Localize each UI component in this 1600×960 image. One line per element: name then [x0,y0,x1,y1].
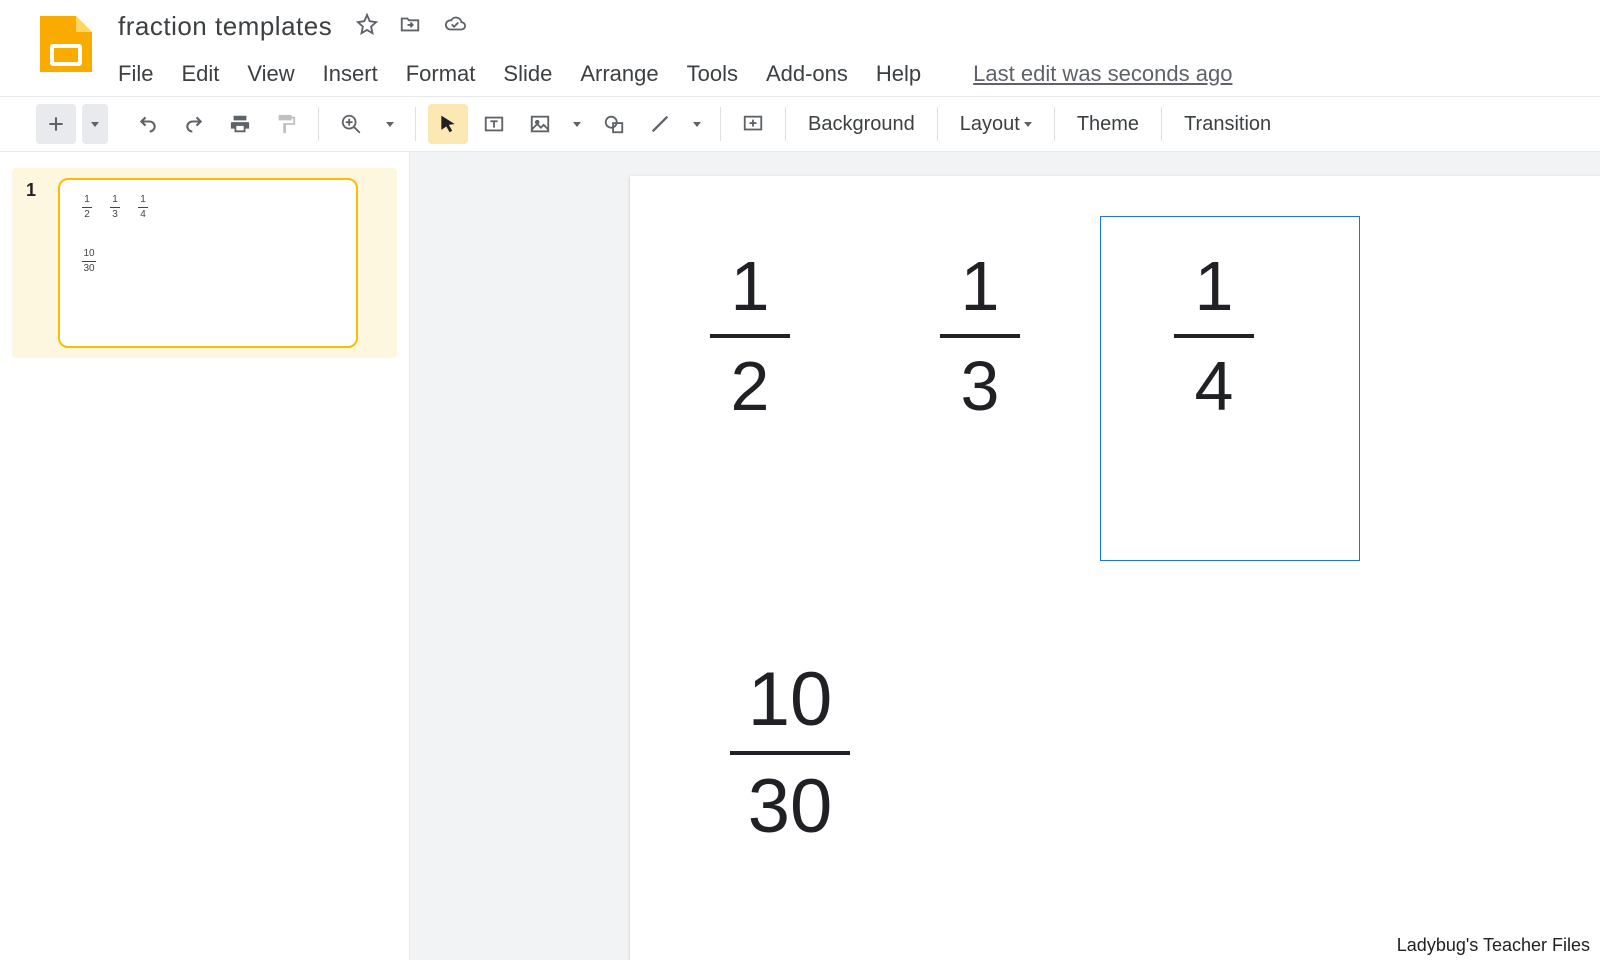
slide[interactable]: 1 2 1 3 1 4 10 30 [630,176,1600,960]
slides-app-icon[interactable] [34,12,98,76]
fraction-denominator: 30 [748,763,833,850]
toolbar-separator [1054,107,1055,141]
fraction-denominator: 2 [731,346,770,426]
fraction-line [940,334,1020,338]
print-button[interactable] [220,104,260,144]
thumb-frac-num: 1 [140,194,146,206]
thumb-frac-den: 4 [140,209,146,221]
thumb-frac-num: 1 [112,194,118,206]
slide-canvas[interactable]: 1 2 1 3 1 4 10 30 Ladybug's Teacher File… [410,152,1600,960]
new-slide-dropdown[interactable] [82,104,108,144]
menu-addons[interactable]: Add-ons [766,61,848,87]
thumb-frac-num: 1 [84,194,90,206]
selection-box[interactable] [1100,216,1360,561]
menu-bar: File Edit View Insert Format Slide Arran… [118,52,1592,96]
toolbar-separator [1161,107,1162,141]
menu-insert[interactable]: Insert [323,61,378,87]
toolbar-separator [415,107,416,141]
document-title[interactable]: fraction templates [118,11,332,42]
layout-button[interactable]: Layout [950,113,1042,136]
attribution-text: Ladybug's Teacher Files [1397,935,1590,956]
thumbnail-number: 1 [26,180,36,201]
layout-label: Layout [960,113,1020,136]
toolbar-separator [785,107,786,141]
redo-button[interactable] [174,104,214,144]
fraction-denominator: 3 [961,346,1000,426]
menu-tools[interactable]: Tools [687,61,738,87]
line-tool[interactable] [640,104,680,144]
zoom-button[interactable] [331,104,371,144]
menu-format[interactable]: Format [406,61,476,87]
theme-button[interactable]: Theme [1067,113,1149,136]
star-icon[interactable] [356,13,378,40]
transition-button[interactable]: Transition [1174,113,1281,136]
paint-format-button [266,104,306,144]
menu-help[interactable]: Help [876,61,921,87]
shape-tool[interactable] [594,104,634,144]
toolbar-separator [720,107,721,141]
image-dropdown[interactable] [566,104,588,144]
menu-view[interactable]: View [247,61,294,87]
fraction-numerator: 10 [748,656,833,743]
line-dropdown[interactable] [686,104,708,144]
comment-button[interactable] [733,104,773,144]
toolbar-separator [318,107,319,141]
menu-arrange[interactable]: Arrange [580,61,658,87]
menu-file[interactable]: File [118,61,153,87]
select-tool[interactable] [428,104,468,144]
fraction-line [710,334,790,338]
fraction-line [730,751,850,755]
fraction-numerator: 1 [731,246,770,326]
textbox-tool[interactable] [474,104,514,144]
menu-slide[interactable]: Slide [503,61,552,87]
fraction-numerator: 1 [961,246,1000,326]
menu-edit[interactable]: Edit [181,61,219,87]
thumb-frac-den: 3 [112,209,118,221]
undo-button[interactable] [128,104,168,144]
toolbar: Background Layout Theme Transition [0,96,1600,152]
fraction-10-30[interactable]: 10 30 [730,656,850,850]
filmstrip[interactable]: 1 1 2 1 3 1 4 10 30 [0,152,410,960]
slide-thumbnail-1[interactable]: 1 1 2 1 3 1 4 10 30 [12,168,397,358]
thumb-frac-den: 2 [84,209,90,221]
zoom-dropdown[interactable] [377,104,403,144]
fraction-1-3[interactable]: 1 3 [940,246,1020,426]
last-edit-link[interactable]: Last edit was seconds ago [973,61,1232,87]
new-slide-button[interactable] [36,104,76,144]
move-to-folder-icon[interactable] [398,13,422,40]
image-tool[interactable] [520,104,560,144]
fraction-1-2[interactable]: 1 2 [710,246,790,426]
cloud-saved-icon[interactable] [442,13,468,40]
background-button[interactable]: Background [798,113,925,136]
toolbar-separator [937,107,938,141]
thumb-frac-num: 10 [83,248,94,260]
thumb-frac-den: 30 [83,263,94,275]
